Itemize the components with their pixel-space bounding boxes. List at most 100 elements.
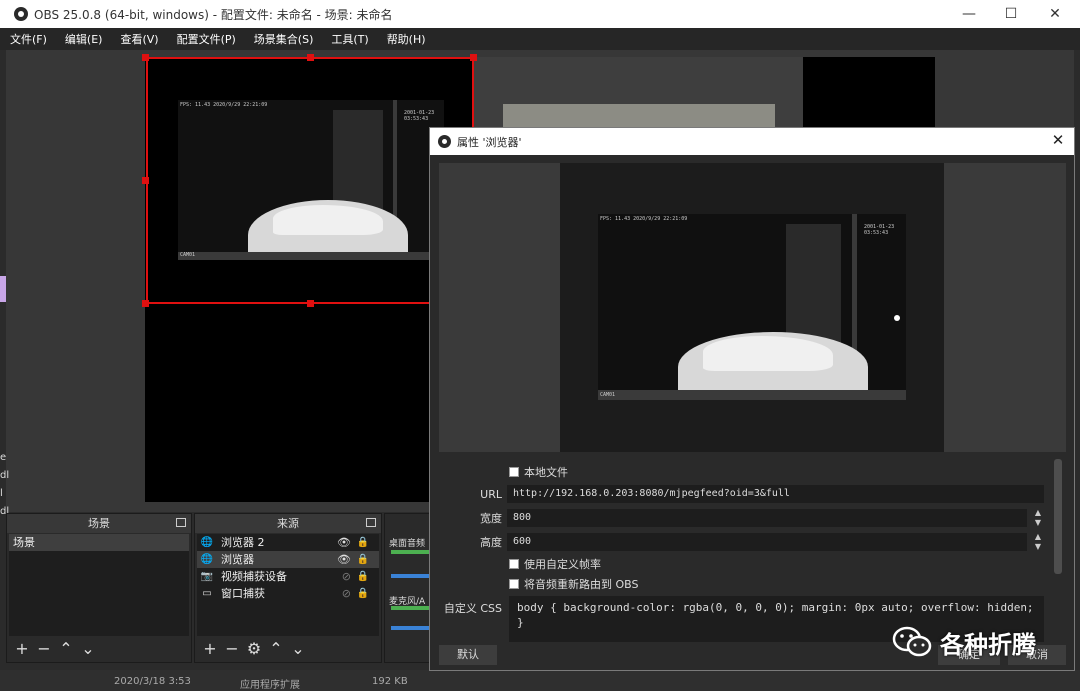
css-label: 自定义 CSS — [443, 602, 502, 615]
menu-help[interactable]: 帮助(H) — [385, 31, 428, 47]
window-title: OBS 25.0.8 (64-bit, windows) - 配置文件: 未命名… — [34, 7, 393, 22]
cam-floor — [598, 390, 906, 400]
scene-item[interactable]: 场景 — [9, 534, 189, 551]
background-text: l — [0, 488, 3, 499]
defaults-button[interactable]: 默认 — [439, 645, 497, 665]
cam-object-highlight — [703, 336, 833, 371]
background-window-strip — [0, 276, 6, 302]
local-file-checkbox[interactable] — [509, 467, 519, 477]
remove-scene-button[interactable]: − — [33, 639, 55, 658]
status-bar: 2020/3/18 3:53 应用程序扩展 192 KB — [0, 670, 1080, 691]
add-scene-button[interactable]: + — [11, 639, 33, 658]
volume-slider[interactable] — [391, 626, 429, 630]
local-file-row: 本地文件 — [430, 462, 1050, 482]
watermark-text: 各种折腾 — [940, 630, 1036, 659]
scenes-dock: 场景 场景 + − ⌃ ⌄ — [6, 513, 192, 663]
resize-handle-tr[interactable] — [470, 54, 477, 61]
resize-handle-bl[interactable] — [142, 300, 149, 307]
reroute-audio-checkbox[interactable] — [509, 579, 519, 589]
menu-edit[interactable]: 编辑(E) — [63, 31, 105, 47]
cam-light-spot — [894, 315, 900, 321]
source-item[interactable]: 🌐 浏览器 👁 🔒 — [197, 551, 379, 568]
custom-fps-label: 使用自定义帧率 — [524, 558, 601, 571]
gear-icon[interactable]: ⚙ — [243, 639, 265, 658]
height-stepper[interactable]: ▲ ▼ — [1030, 532, 1046, 552]
custom-fps-checkbox[interactable] — [509, 559, 519, 569]
lock-icon[interactable]: 🔒 — [357, 551, 369, 568]
lock-icon[interactable]: 🔒 — [357, 534, 369, 551]
camera-icon: 📷 — [200, 571, 214, 582]
dialog-preview: FPS: 11.43 2020/9/29 22:21:09 2001-01-23… — [439, 163, 1066, 452]
reroute-audio-label: 将音频重新路由到 OBS — [524, 578, 639, 591]
file-size: 192 KB — [372, 676, 408, 687]
move-up-button[interactable]: ⌃ — [265, 639, 287, 658]
move-up-button[interactable]: ⌃ — [55, 639, 77, 658]
width-input[interactable]: 800 — [507, 509, 1027, 527]
dialog-title-bar: 属性 '浏览器' ✕ — [430, 128, 1074, 155]
lock-icon[interactable]: 🔒 — [357, 568, 369, 585]
watermark: 各种折腾 — [892, 624, 1036, 660]
obs-logo-icon — [14, 7, 28, 21]
source-item[interactable]: ▭ 窗口捕获 ⊘ 🔒 — [197, 585, 379, 602]
move-down-button[interactable]: ⌄ — [287, 639, 309, 658]
menu-file[interactable]: 文件(F) — [8, 31, 49, 47]
file-date: 2020/3/18 3:53 — [114, 676, 191, 687]
globe-icon: 🌐 — [200, 554, 214, 565]
volume-slider[interactable] — [391, 574, 429, 578]
height-row: 高度 600 ▲ ▼ — [430, 532, 1050, 552]
window-icon: ▭ — [202, 588, 212, 599]
scrollbar[interactable] — [1054, 459, 1062, 574]
audio-meter — [391, 550, 429, 554]
scenes-list: 场景 — [9, 534, 189, 636]
undock-icon[interactable] — [176, 518, 186, 527]
visibility-icon[interactable]: 👁 — [337, 534, 351, 551]
close-button[interactable]: ✕ — [1032, 0, 1078, 28]
height-input[interactable]: 600 — [507, 533, 1027, 551]
remove-source-button[interactable]: − — [221, 639, 243, 658]
resize-handle-t[interactable] — [307, 54, 314, 61]
obs-logo-icon — [438, 135, 451, 148]
url-label: URL — [480, 487, 502, 501]
resize-handle-tl[interactable] — [142, 54, 149, 61]
properties-dialog: 属性 '浏览器' ✕ FPS: 11.43 2020/9/29 22:21:09… — [429, 127, 1075, 671]
sources-list: 🌐 浏览器 2 👁 🔒 🌐 浏览器 👁 🔒 📷 视频捕获设备 ⊘ 🔒 ▭ 窗口捕… — [197, 534, 379, 636]
hidden-icon[interactable]: ⊘ — [342, 585, 351, 602]
add-source-button[interactable]: + — [199, 639, 221, 658]
menu-view[interactable]: 查看(V) — [118, 31, 160, 47]
menu-tools[interactable]: 工具(T) — [329, 31, 370, 47]
cam-fps-label: FPS: 11.43 2020/9/29 22:21:09 — [600, 216, 688, 222]
wechat-icon — [892, 626, 932, 658]
source-item[interactable]: 🌐 浏览器 2 👁 🔒 — [197, 534, 379, 551]
hidden-icon[interactable]: ⊘ — [342, 568, 351, 585]
close-icon[interactable]: ✕ — [1048, 131, 1068, 149]
move-down-button[interactable]: ⌄ — [77, 639, 99, 658]
visibility-icon[interactable]: 👁 — [337, 551, 351, 568]
menu-scene-collection[interactable]: 场景集合(S) — [252, 31, 316, 47]
globe-icon: 🌐 — [200, 537, 214, 548]
local-file-label: 本地文件 — [524, 466, 568, 479]
menu-bar: 文件(F) 编辑(E) 查看(V) 配置文件(P) 场景集合(S) 工具(T) … — [0, 28, 1080, 50]
source-item-label: 窗口捕获 — [221, 587, 265, 600]
width-label: 宽度 — [480, 512, 502, 525]
undock-icon[interactable] — [366, 518, 376, 527]
reroute-audio-row: 将音频重新路由到 OBS — [430, 574, 1050, 594]
selection-box[interactable] — [146, 57, 474, 304]
source-item[interactable]: 📷 视频捕获设备 ⊘ 🔒 — [197, 568, 379, 585]
url-row: URL http://192.168.0.203:8080/mjpegfeed?… — [430, 484, 1050, 504]
resize-handle-b[interactable] — [307, 300, 314, 307]
cam-name-label: CAM01 — [600, 392, 616, 398]
sources-dock: 来源 🌐 浏览器 2 👁 🔒 🌐 浏览器 👁 🔒 📷 视频捕获设备 ⊘ 🔒 ▭ … — [194, 513, 382, 663]
background-text: dl — [0, 470, 10, 481]
width-stepper[interactable]: ▲ ▼ — [1030, 508, 1046, 528]
maximize-button[interactable]: ☐ — [988, 0, 1034, 28]
minimize-button[interactable]: — — [946, 0, 992, 28]
height-label: 高度 — [480, 536, 502, 549]
url-input[interactable]: http://192.168.0.203:8080/mjpegfeed?oid=… — [507, 485, 1044, 503]
width-row: 宽度 800 ▲ ▼ — [430, 508, 1050, 528]
menu-profile[interactable]: 配置文件(P) — [175, 31, 238, 47]
resize-handle-l[interactable] — [142, 177, 149, 184]
sources-header: 来源 — [195, 514, 381, 533]
lock-icon[interactable]: 🔒 — [357, 585, 369, 602]
scenes-toolbar: + − ⌃ ⌄ — [11, 638, 99, 658]
source-item-label: 浏览器 — [221, 553, 254, 566]
